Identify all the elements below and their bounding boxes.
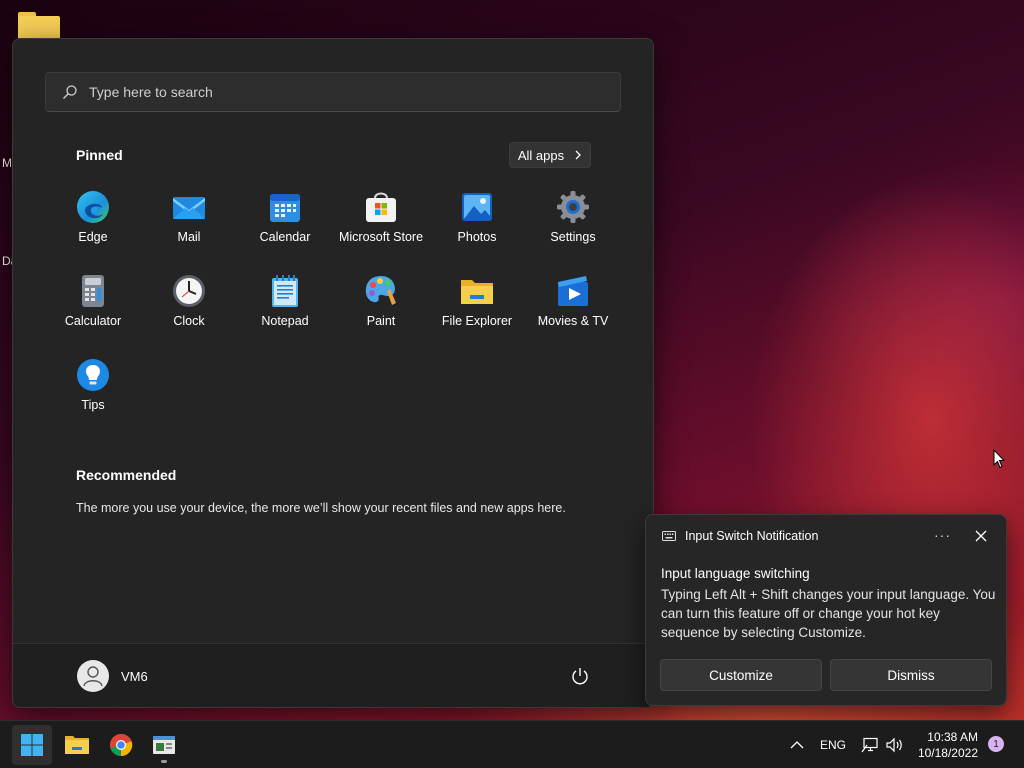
avatar [77, 660, 109, 692]
pinned-app-label: File Explorer [441, 314, 513, 328]
store-icon [363, 189, 399, 225]
network-button[interactable] [861, 721, 879, 768]
calendar-icon [267, 189, 303, 225]
recommended-title: Recommended [76, 467, 177, 483]
mail-icon [171, 189, 207, 225]
pinned-app-file-explorer[interactable]: File Explorer [429, 265, 525, 343]
pinned-app-label: Clock [173, 314, 205, 328]
pinned-app-edge[interactable]: Edge [45, 181, 141, 259]
pinned-app-photos[interactable]: Photos [429, 181, 525, 259]
pinned-app-calendar[interactable]: Calendar [237, 181, 333, 259]
pinned-app-label: Calendar [259, 230, 311, 244]
folder-icon [65, 736, 89, 754]
all-apps-label: All apps [517, 147, 565, 163]
taskbar-chrome[interactable] [101, 725, 141, 765]
notification-title: Input language switching [661, 566, 810, 581]
close-icon [975, 530, 987, 542]
chrome-icon [110, 733, 133, 757]
notepad-icon [267, 273, 303, 309]
power-icon [572, 668, 588, 685]
keyboard-icon [662, 531, 676, 541]
pinned-app-tips[interactable]: Tips [45, 349, 141, 427]
all-apps-button[interactable]: All apps [509, 142, 591, 168]
clock-button[interactable]: 10:38 AM 10/18/2022 [916, 729, 978, 761]
customize-button[interactable]: Customize [660, 659, 822, 691]
pinned-app-label: Photos [457, 230, 497, 244]
dismiss-button[interactable]: Dismiss [830, 659, 992, 691]
folder-icon [459, 273, 495, 309]
window-app-icon [153, 736, 175, 754]
pinned-app-label: Mail [177, 230, 201, 244]
user-name: VM6 [121, 668, 148, 684]
tips-icon [75, 357, 111, 393]
taskbar-file-explorer[interactable] [57, 725, 97, 765]
pinned-app-movies-tv[interactable]: Movies & TV [525, 265, 621, 343]
clock-time: 10:38 AM [927, 730, 978, 744]
pinned-app-settings[interactable]: Settings [525, 181, 621, 259]
close-notification-button[interactable] [974, 529, 988, 543]
clock-date: 10/18/2022 [917, 746, 978, 760]
calculator-icon [75, 273, 111, 309]
clock-icon [171, 273, 207, 309]
pinned-title: Pinned [76, 147, 123, 163]
mouse-cursor-icon [993, 449, 1005, 469]
input-language-indicator[interactable]: ENG [820, 721, 846, 768]
pinned-app-notepad[interactable]: Notepad [237, 265, 333, 343]
pinned-app-label: Movies & TV [537, 314, 609, 328]
notification-app-name: Input Switch Notification [685, 529, 819, 543]
pinned-app-clock[interactable]: Clock [141, 265, 237, 343]
volume-button[interactable] [886, 721, 904, 768]
show-hidden-icons-button[interactable] [790, 721, 804, 768]
search-box[interactable] [45, 72, 621, 112]
network-icon [861, 737, 878, 753]
start-menu: Pinned All apps Edge Mail Calendar Micro… [12, 38, 654, 708]
pinned-app-calculator[interactable]: Calculator [45, 265, 141, 343]
pinned-app-label: Microsoft Store [338, 230, 424, 244]
search-input[interactable] [89, 84, 589, 100]
recommended-empty-text: The more you use your device, the more w… [76, 501, 566, 515]
volume-icon [886, 737, 902, 753]
edge-icon [75, 189, 111, 225]
pinned-app-label: Settings [550, 230, 596, 244]
pinned-app-label: Notepad [261, 314, 309, 328]
user-account-button[interactable]: VM6 [77, 660, 148, 692]
pinned-app-microsoft-store[interactable]: Microsoft Store [333, 181, 429, 259]
taskbar: ENG 10:38 AM 10/18/2022 [0, 720, 1024, 768]
settings-icon [555, 189, 591, 225]
chevron-right-icon [575, 150, 582, 160]
search-icon [63, 85, 77, 99]
desktop-icon-label: M [2, 156, 12, 170]
pinned-app-paint[interactable]: Paint [333, 265, 429, 343]
movies-icon [555, 273, 591, 309]
windows-icon [21, 734, 43, 756]
pinned-app-label: Calculator [64, 314, 122, 328]
desktop-folder-icon[interactable] [18, 12, 60, 40]
pinned-app-mail[interactable]: Mail [141, 181, 237, 259]
input-switch-notification: Input Switch Notification ··· Input lang… [645, 514, 1007, 706]
taskbar-app-window[interactable] [144, 725, 184, 765]
chevron-up-icon [790, 741, 804, 749]
pinned-app-label: Edge [78, 230, 108, 244]
notification-count-badge[interactable]: 1 [988, 736, 1004, 752]
more-options-button[interactable]: ··· [934, 527, 951, 543]
pinned-app-label: Paint [366, 314, 396, 328]
notification-header: Input Switch Notification [662, 529, 818, 543]
pinned-app-label: Tips [81, 398, 105, 412]
start-footer: VM6 [13, 643, 653, 707]
notification-body: Typing Left Alt + Shift changes your inp… [661, 587, 996, 640]
running-indicator [161, 760, 167, 763]
start-button[interactable] [12, 725, 52, 765]
photos-icon [459, 189, 495, 225]
paint-icon [363, 273, 399, 309]
power-button[interactable] [570, 666, 590, 686]
